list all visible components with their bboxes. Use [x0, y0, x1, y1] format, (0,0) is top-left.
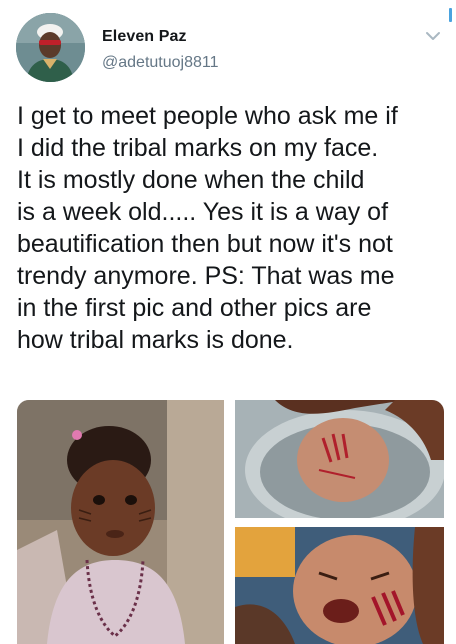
profile-photo-icon	[16, 13, 85, 82]
chevron-down-icon[interactable]	[421, 27, 445, 45]
tweet-text-line: beautification then but now it's not	[17, 230, 393, 258]
crying-infant-photo-icon	[235, 527, 444, 644]
media-photo-3[interactable]	[235, 527, 444, 644]
tweet-text-line: I get to meet people who ask me if	[17, 102, 398, 130]
tweet-text-line: is a week old..... Yes it is a way of	[17, 198, 389, 226]
author-handle[interactable]: @adetutuoj8811	[102, 54, 218, 72]
tweet-text-line: trendy anymore. PS: That was me	[17, 262, 395, 290]
tweet-text-line: I did the tribal marks on my face.	[17, 134, 379, 162]
media-photo-2[interactable]	[235, 400, 444, 518]
infant-head-marks-photo-icon	[235, 400, 444, 518]
tweet-text-line: It is mostly done when the child	[17, 166, 365, 194]
media-grid	[17, 400, 444, 644]
author-display-name[interactable]: Eleven Paz	[102, 28, 187, 46]
tweet-text-line: in the first pic and other pics are	[17, 294, 372, 322]
media-photo-1[interactable]	[17, 400, 224, 644]
child-portrait-photo-icon	[17, 400, 224, 644]
avatar[interactable]	[16, 13, 85, 82]
tweet-text-line: how tribal marks is done.	[17, 326, 294, 354]
scroll-indicator	[449, 8, 452, 22]
tweet-text: I get to meet people who ask me if I did…	[17, 100, 453, 356]
tweet-card: Eleven Paz @adetutuoj8811 I get to meet …	[0, 0, 456, 644]
